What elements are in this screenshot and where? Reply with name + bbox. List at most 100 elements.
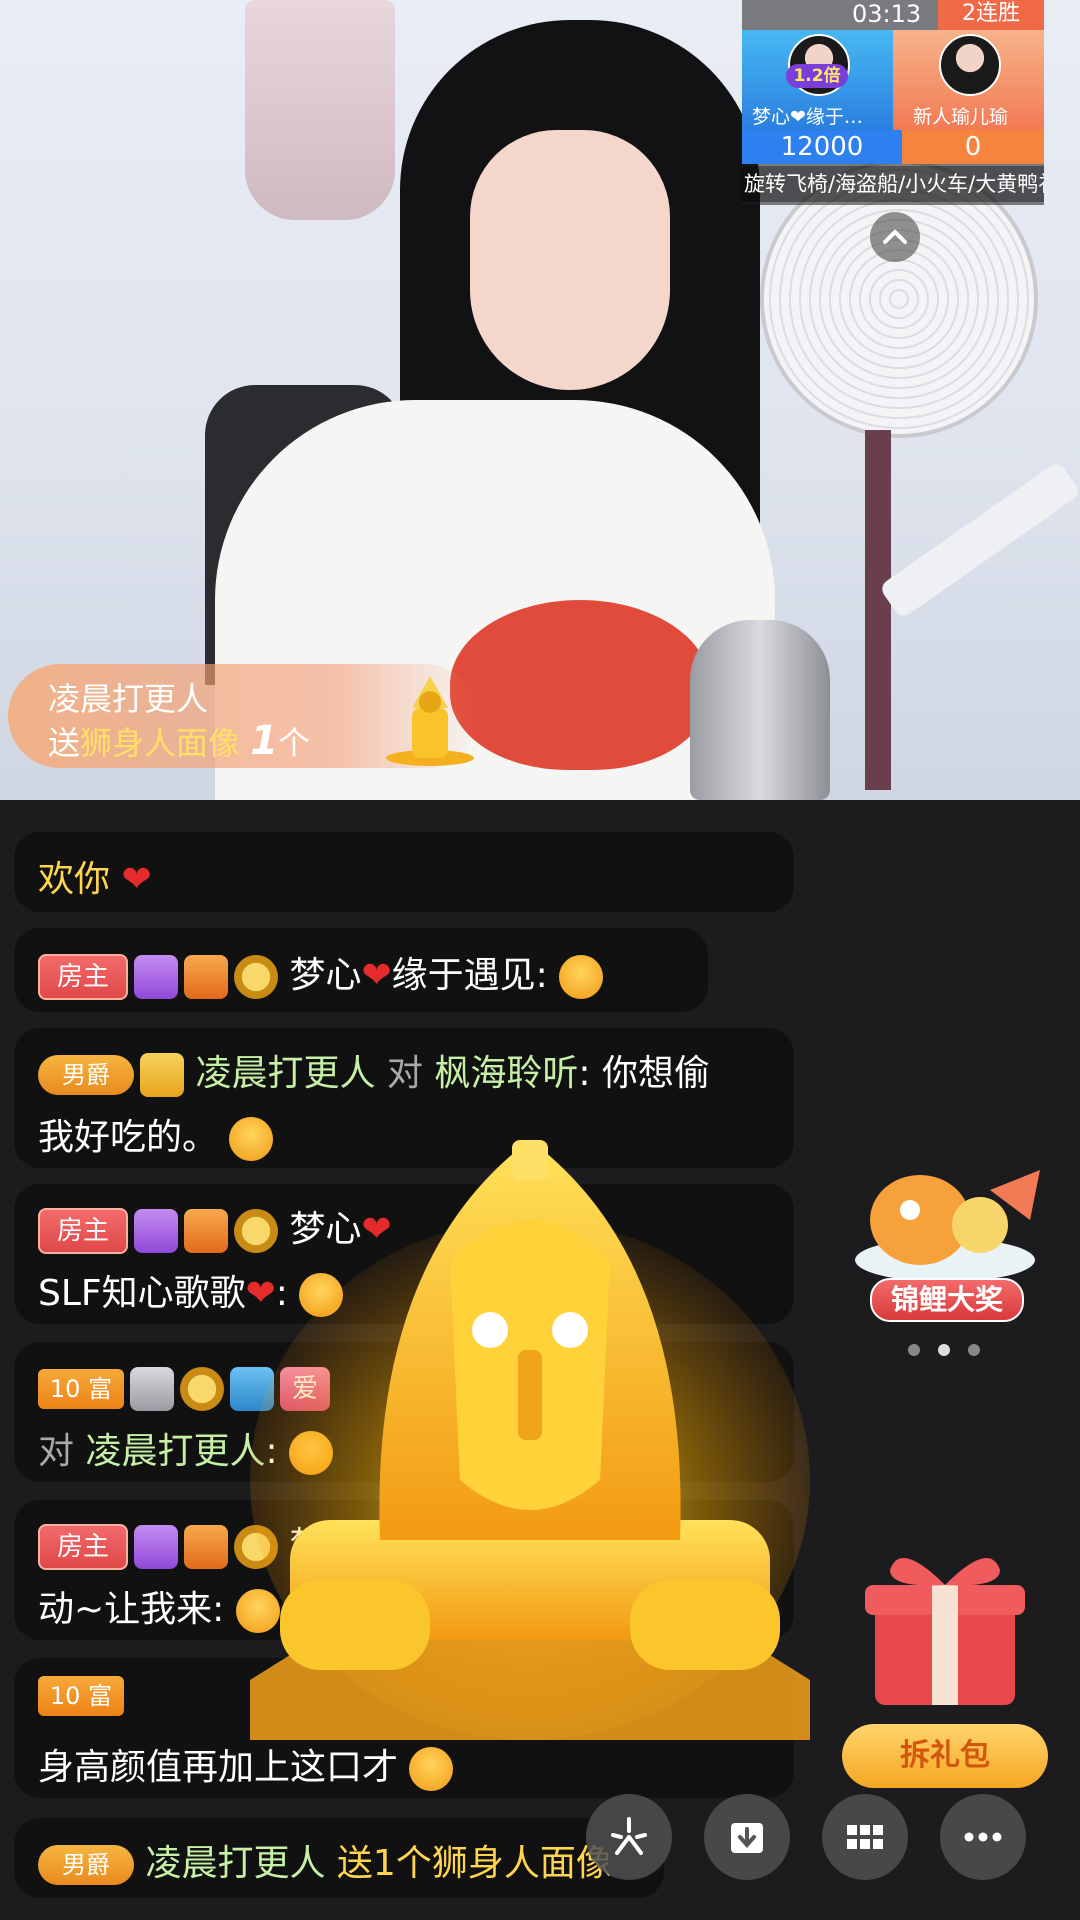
username[interactable]: 凌晨打更人	[195, 1053, 375, 1094]
pk-multiplier-badge: 1.2倍	[786, 64, 848, 88]
message-line-2: 动~让我来:	[38, 1580, 280, 1633]
username[interactable]: 凌晨打更人	[85, 1431, 265, 1472]
pk-timer: 03:13	[852, 0, 922, 28]
gift-message: 送1个狮身人面像	[336, 1843, 612, 1884]
gift-unit: 个	[278, 724, 311, 762]
emoji-icon	[559, 955, 604, 999]
colon: :	[578, 1053, 591, 1094]
collapse-button[interactable]	[870, 212, 920, 262]
gift-count: 1	[250, 718, 279, 764]
message-line-2: 身高颜值再加上这口才	[38, 1738, 454, 1791]
guard-medal-icon	[184, 955, 228, 999]
username[interactable]: 凌晨打更人	[145, 1843, 325, 1884]
wealth-label: 富	[88, 1682, 113, 1710]
koi-prize-label: 锦鲤大奖	[870, 1278, 1024, 1322]
download-button[interactable]	[704, 1794, 790, 1880]
open-gift-pack-button[interactable]: 拆礼包	[842, 1724, 1048, 1788]
fan-stand	[865, 430, 891, 790]
wall-decoration	[245, 0, 395, 220]
wealth-level: 10	[49, 1375, 81, 1403]
send-word: 送	[48, 724, 81, 762]
carousel-dot	[968, 1344, 980, 1356]
wealth-level: 10	[49, 1682, 81, 1710]
pk-right-avatar[interactable]	[939, 34, 1001, 96]
message-line: 房主 梦心❤缘于遇见:	[38, 946, 604, 1000]
fan-medal-icon	[134, 1525, 178, 1569]
pk-score-bar: 12000 0	[742, 130, 1044, 164]
noble-badge: 男爵	[38, 1055, 134, 1095]
username-tail[interactable]: 缘于遇见	[392, 955, 536, 996]
pk-right-name: 新人瑜儿瑜	[913, 106, 1009, 128]
level-star-icon	[180, 1367, 224, 1411]
gift-name: 狮身人面像	[80, 724, 241, 762]
koi-prize-banner[interactable]: 锦鲤大奖	[840, 1150, 1050, 1330]
grid-icon	[847, 1825, 883, 1849]
welcome-line: 欢你 ❤	[38, 850, 152, 902]
more-button[interactable]	[940, 1794, 1026, 1880]
chat-message-gift[interactable]: 男爵 凌晨打更人 送1个狮身人面像	[14, 1818, 664, 1898]
message-text: 你想偷	[602, 1053, 711, 1094]
pk-left-side[interactable]: 1.2倍 梦心❤缘于…	[742, 30, 893, 130]
pk-gift-ticker: 旋转飞椅/海盗船/小火车/大黄鸭礼	[742, 166, 1044, 202]
fan-medal-icon	[134, 955, 178, 999]
star-medal-icon	[234, 955, 278, 999]
noble-badge: 男爵	[38, 1845, 134, 1885]
message-line: 10 富	[38, 1674, 124, 1716]
shirt-print	[450, 600, 710, 770]
fan-medal-icon	[134, 1209, 178, 1253]
vip-medal-icon	[140, 1053, 184, 1097]
share-icon	[611, 1817, 647, 1855]
pk-left-name: 梦心❤缘于…	[752, 106, 863, 128]
heart-icon: ❤	[361, 955, 392, 996]
pk-left-score: 12000	[742, 130, 902, 164]
love-heart-icon: ❤	[121, 859, 152, 900]
pk-right-score: 0	[902, 130, 1044, 164]
message-text: 动~让我来:	[38, 1589, 225, 1630]
pk-right-side[interactable]: 新人瑜儿瑜	[893, 30, 1044, 130]
streamer-face	[470, 130, 670, 390]
room-owner-badge: 房主	[38, 954, 128, 1000]
carousel-dot	[908, 1344, 920, 1356]
colon: :	[535, 955, 548, 996]
gift-line: 送狮身人面像 1个	[48, 718, 310, 764]
pk-battle-panel[interactable]: 03:13 2连胜 1.2倍 梦心❤缘于… 新人瑜儿瑜 12000 0 旋转飞椅…	[742, 0, 1044, 205]
smile-emoji-icon	[409, 1747, 454, 1791]
target-username[interactable]: 枫海聆听	[434, 1053, 578, 1094]
room-owner-badge: 房主	[38, 1208, 128, 1254]
microphone	[690, 620, 830, 800]
telescope	[878, 460, 1080, 620]
welcome-text: 欢你	[38, 859, 111, 900]
gift-box-icon[interactable]	[860, 1540, 1030, 1710]
pk-win-streak: 2连胜	[938, 0, 1044, 30]
to-word: 对	[38, 1431, 75, 1472]
koi-fish-icon	[855, 1170, 1040, 1282]
sphinx-gift-animation	[250, 1140, 810, 1740]
to-word: 对	[386, 1053, 423, 1094]
guard-medal-icon	[184, 1525, 228, 1569]
username[interactable]: 梦心	[289, 955, 361, 996]
message-text: 身高颜值再加上这口才	[38, 1747, 399, 1788]
room-owner-badge: 房主	[38, 1524, 128, 1570]
message-text-2: 我好吃的。	[38, 1117, 219, 1158]
chevron-up-icon	[883, 229, 907, 244]
wealth-badge: 10 富	[38, 1676, 124, 1716]
message-line: 男爵 凌晨打更人 送1个狮身人面像	[38, 1834, 612, 1886]
guard-level-icon	[130, 1367, 174, 1411]
message-line-2: 我好吃的。	[38, 1108, 274, 1161]
sphinx-gift-icon	[386, 676, 474, 766]
carousel-dots	[908, 1342, 998, 1356]
message-line: 男爵 凌晨打更人 对 枫海聆听: 你想偷	[38, 1044, 710, 1097]
share-button[interactable]	[586, 1794, 672, 1880]
gift-sender-name: 凌晨打更人	[48, 680, 209, 718]
wealth-label: 富	[88, 1375, 113, 1403]
chat-message[interactable]: 房主 梦心❤缘于遇见:	[14, 928, 708, 1012]
download-icon	[731, 1823, 763, 1853]
guard-medal-icon	[184, 1209, 228, 1253]
more-features-button[interactable]	[822, 1794, 908, 1880]
chat-message-welcome[interactable]: 欢你 ❤	[14, 832, 794, 912]
carousel-dot-active	[938, 1344, 950, 1356]
wealth-badge: 10 富	[38, 1369, 124, 1409]
pk-topbar: 03:13 2连胜	[742, 0, 1044, 30]
target-username[interactable]: SLF知心歌歌	[38, 1273, 246, 1314]
more-icon	[964, 1832, 1002, 1842]
